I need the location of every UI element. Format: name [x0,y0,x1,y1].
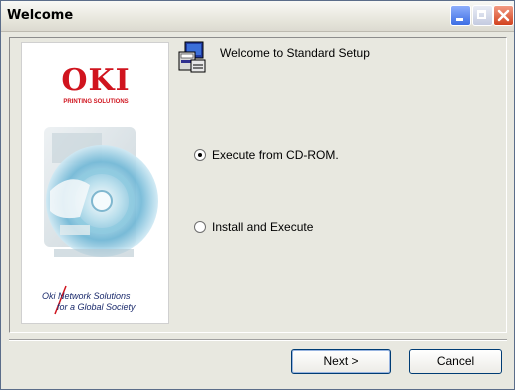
close-icon [497,9,510,22]
radio-button-selected[interactable] [194,149,206,161]
option-label: Execute from CD-ROM. [212,148,339,162]
minimize-button[interactable] [450,5,471,26]
content-area: OKI PRINTING SOLUTIONS Oki Network Solut… [9,37,507,333]
window-title: Welcome [7,8,74,23]
next-button[interactable]: Next > [291,349,391,374]
welcome-dialog: Welcome OKI PRINTING SOLUTIONS Oki Netwo… [0,0,515,390]
oki-logo: OKI [61,63,131,98]
footer-divider [9,339,507,341]
option-install-and-execute[interactable]: Install and Execute [194,220,313,234]
setup-computer-icon [178,41,206,73]
tagline-line2: for a Global Society [57,302,136,312]
close-button[interactable] [493,5,514,26]
radio-button[interactable] [194,221,206,233]
side-banner: OKI PRINTING SOLUTIONS Oki Network Solut… [21,42,169,324]
tagline-line1: Oki Network Solutions [42,291,131,301]
title-bar[interactable]: Welcome [1,1,514,32]
logo-subtitle: PRINTING SOLUTIONS [63,99,129,105]
welcome-heading: Welcome to Standard Setup [220,46,370,60]
maximize-button[interactable] [472,5,493,26]
printer-cd-illustration [44,127,158,257]
option-execute-from-cdrom[interactable]: Execute from CD-ROM. [194,148,339,162]
option-label: Install and Execute [212,220,314,234]
cancel-button[interactable]: Cancel [409,349,502,374]
